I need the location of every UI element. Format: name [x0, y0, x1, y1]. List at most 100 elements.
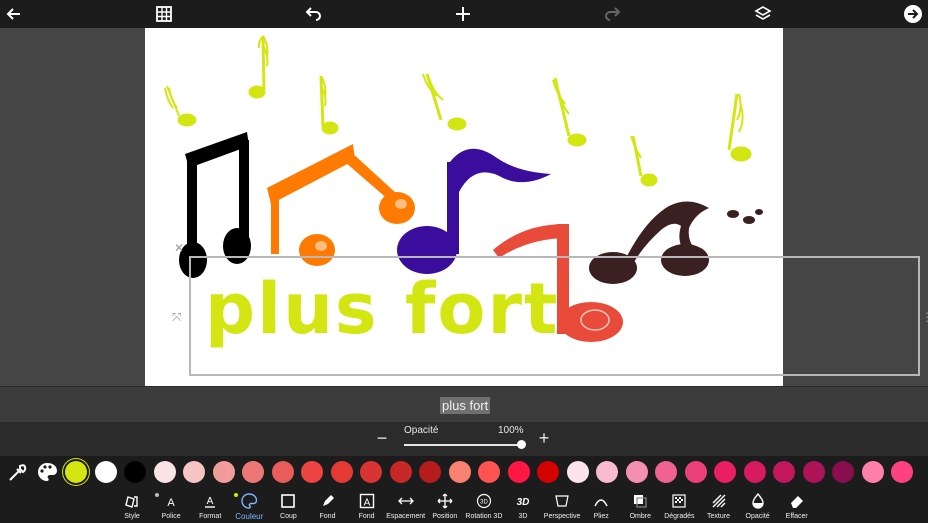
- svg-text:A: A: [207, 496, 214, 507]
- text-background-icon: A: [345, 492, 389, 510]
- small-note-5: [552, 77, 587, 147]
- rotate-3d-icon: 3D: [462, 492, 506, 510]
- tool-3d[interactable]: 3D 3D: [501, 492, 545, 523]
- color-swatch[interactable]: [271, 461, 294, 483]
- color-palette-row: [0, 456, 928, 490]
- color-swatch[interactable]: [802, 461, 825, 483]
- highlighter-icon: [306, 492, 350, 510]
- svg-text:A: A: [167, 497, 175, 509]
- curve-icon: [579, 492, 623, 510]
- workspace: plus fort ✕ ⤧ ⋮: [0, 28, 928, 386]
- text-selection-box[interactable]: [189, 256, 920, 376]
- color-swatch[interactable]: [65, 461, 87, 483]
- color-swatch[interactable]: [507, 461, 530, 483]
- rotate-handle-icon[interactable]: ⤧: [172, 311, 182, 323]
- opacity-slider-track[interactable]: [404, 444, 522, 446]
- color-swatch[interactable]: [360, 461, 382, 483]
- tool-move[interactable]: Position: [423, 492, 467, 523]
- format-icon: A: [188, 492, 232, 510]
- tool-shadow[interactable]: Ombre: [618, 492, 662, 523]
- color-swatch[interactable]: [124, 461, 146, 483]
- opacity-slider-thumb[interactable]: [517, 440, 526, 449]
- tool-opacity-drop[interactable]: Opacité: [736, 492, 780, 523]
- text-input-bar[interactable]: plus fort: [0, 386, 928, 423]
- tool-font[interactable]: A Police: [149, 492, 193, 523]
- top-toolbar: [0, 0, 928, 28]
- tool-label: Espacement: [386, 513, 426, 520]
- color-swatch[interactable]: [773, 461, 795, 483]
- color-swatch[interactable]: [389, 461, 412, 483]
- close-icon[interactable]: ✕: [174, 242, 184, 254]
- texture-icon: [697, 492, 741, 510]
- color-swatch[interactable]: [94, 461, 117, 483]
- grid-icon[interactable]: [154, 4, 174, 24]
- tool-row: Style A Police A Format Couleur Coup Fond A Fond E…: [0, 490, 928, 523]
- color-swatch[interactable]: [301, 461, 323, 483]
- tool-label: Coup: [280, 513, 297, 520]
- tool-format[interactable]: A Format: [188, 492, 232, 523]
- tool-perspective[interactable]: Perspective: [540, 492, 584, 523]
- resize-handle-icon[interactable]: ⋮: [921, 311, 928, 323]
- color-swatch[interactable]: [478, 461, 500, 483]
- color-swatch[interactable]: [330, 461, 353, 483]
- color-swatch[interactable]: [714, 461, 736, 483]
- tool-label: Rotation 3D: [465, 513, 503, 520]
- palette-icon[interactable]: [36, 461, 58, 483]
- tool-label: Perspective: [543, 513, 581, 520]
- perspective-icon: [540, 492, 584, 510]
- move-icon: [423, 492, 467, 510]
- opacity-value: 100%: [498, 425, 524, 436]
- color-swatch[interactable]: [419, 461, 441, 483]
- arrow-left-icon[interactable]: [4, 4, 24, 24]
- palette-icon: [227, 492, 271, 510]
- tool-label: Opacité: [745, 513, 770, 520]
- tool-label: Fond: [358, 513, 375, 520]
- tool-curve[interactable]: Pliez: [579, 492, 623, 523]
- font-icon: A: [149, 492, 193, 510]
- stroke-icon: [266, 492, 310, 510]
- color-swatch[interactable]: [212, 461, 235, 483]
- tool-label: Fond: [319, 513, 336, 520]
- arrow-right-circle-icon[interactable]: [903, 4, 923, 24]
- color-swatch[interactable]: [183, 461, 205, 483]
- tool-label: Pliez: [593, 513, 609, 520]
- text-input-value[interactable]: plus fort: [440, 397, 491, 414]
- color-swatch[interactable]: [655, 461, 677, 483]
- opacity-decrease-button[interactable]: −: [373, 428, 391, 449]
- color-swatch[interactable]: [684, 461, 707, 483]
- color-swatch[interactable]: [861, 461, 884, 483]
- tool-style[interactable]: Style: [110, 492, 154, 523]
- tool-highlighter[interactable]: Fond: [306, 492, 350, 523]
- color-swatch[interactable]: [448, 461, 471, 483]
- color-swatch[interactable]: [891, 461, 913, 483]
- plus-icon[interactable]: [453, 4, 473, 24]
- tool-palette[interactable]: Couleur: [227, 492, 271, 523]
- color-swatch[interactable]: [625, 461, 648, 483]
- color-swatch[interactable]: [537, 461, 559, 483]
- undo-icon[interactable]: [303, 4, 323, 24]
- redo-icon[interactable]: [603, 4, 623, 24]
- tool-label: Couleur: [235, 512, 264, 521]
- tool-label: Effacer: [785, 513, 808, 520]
- tool-texture[interactable]: Texture: [697, 492, 741, 523]
- tool-stroke[interactable]: Coup: [266, 492, 310, 523]
- tool-text-background[interactable]: A Fond: [345, 492, 389, 523]
- tool-label: Dégradés: [664, 513, 695, 520]
- eyedropper-icon[interactable]: [6, 462, 28, 484]
- gradient-icon: [657, 492, 701, 510]
- color-swatch[interactable]: [832, 461, 854, 483]
- opacity-increase-button[interactable]: +: [535, 428, 553, 449]
- color-swatch[interactable]: [596, 461, 618, 483]
- layers-icon[interactable]: [753, 4, 773, 24]
- color-swatch[interactable]: [153, 461, 176, 483]
- tool-gradient[interactable]: Dégradés: [657, 492, 701, 523]
- small-note-6: [630, 135, 658, 187]
- color-swatch[interactable]: [566, 461, 589, 483]
- color-swatch[interactable]: [743, 461, 766, 483]
- tool-rotate-3d[interactable]: 3D Rotation 3D: [462, 492, 506, 523]
- style-icon: [110, 492, 154, 510]
- color-swatch[interactable]: [242, 461, 264, 483]
- tool-eraser[interactable]: Effacer: [775, 492, 819, 523]
- tool-label: Texture: [707, 513, 730, 520]
- tool-spacing[interactable]: Espacement: [384, 492, 428, 523]
